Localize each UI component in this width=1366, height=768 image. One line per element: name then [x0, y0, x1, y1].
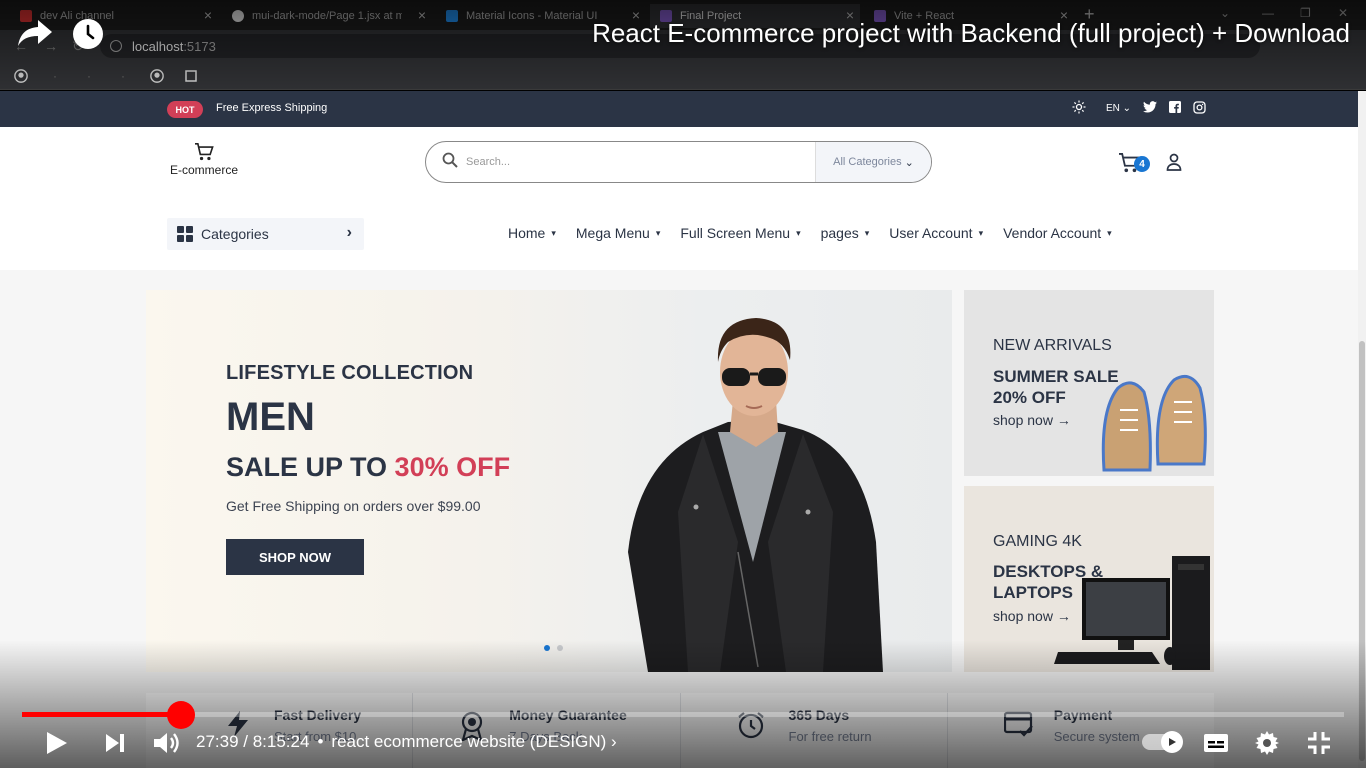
chevron-down-icon: ▾ — [796, 227, 801, 238]
exit-fullscreen-icon[interactable] — [1306, 728, 1332, 758]
main-nav: Home ▾ Mega Menu ▾ Full Screen Menu ▾ pages… — [508, 225, 1112, 241]
close-tab-icon[interactable]: × — [418, 7, 426, 23]
nav-item-home[interactable]: Home ▾ — [508, 225, 556, 241]
next-video-icon[interactable] — [104, 728, 126, 758]
chapter-title[interactable]: react ecommerce website (DESIGN) — [331, 732, 606, 751]
slider-dot[interactable] — [557, 645, 563, 651]
banner-eyebrow: GAMING 4K — [993, 533, 1082, 550]
bookmarks-bar: · · · — [0, 62, 1366, 90]
chevron-down-icon: ▾ — [864, 227, 870, 238]
nav-item-pages[interactable]: pages ▾ — [821, 225, 870, 241]
current-time: 27:39 — [196, 732, 239, 751]
video-duration: 8:15:24 — [252, 732, 310, 751]
slider-dot-active[interactable] — [544, 645, 550, 651]
hero-slider: LIFESTYLE COLLECTION MEN SALE UP TO 30% … — [146, 290, 952, 672]
categories-label: Categories — [201, 226, 269, 242]
progress-fill — [22, 712, 181, 717]
theme-toggle-icon[interactable] — [1072, 100, 1086, 117]
chevron-down-icon: ▾ — [1107, 227, 1112, 238]
bookmark-icon[interactable]: · — [116, 69, 130, 83]
slider-dots — [544, 645, 563, 651]
model-man-image — [628, 318, 883, 672]
facebook-icon[interactable] — [1169, 101, 1182, 116]
url-text: localhost:5173 — [132, 38, 216, 54]
autoplay-toggle[interactable] — [1142, 731, 1183, 753]
chevron-down-icon: ▾ — [655, 227, 661, 238]
close-tab-icon[interactable]: × — [204, 7, 212, 23]
feature-subtitle: For free return — [788, 729, 872, 744]
site-logo[interactable]: E-commerce — [166, 143, 242, 177]
grid-icon — [177, 226, 193, 242]
hot-badge: HOT — [167, 101, 203, 118]
search-input[interactable]: Search... — [466, 156, 815, 168]
site-header: E-commerce Search... All Categories ⌄ 4 C… — [0, 127, 1358, 270]
page-scrollbar[interactable] — [1358, 91, 1366, 768]
nav-item-mega-menu[interactable]: Mega Menu ▾ — [576, 225, 660, 241]
search-icon — [442, 152, 458, 173]
github-favicon-icon — [232, 10, 244, 22]
nav-item-user-account[interactable]: User Account ▾ — [889, 225, 983, 241]
video-title[interactable]: React E-commerce project with Backend (f… — [592, 18, 1350, 49]
categories-button[interactable]: Categories › — [167, 218, 364, 250]
promo-banner-summer[interactable]: NEW ARRIVALS SUMMER SALE 20% OFF shop no… — [964, 290, 1214, 476]
video-progress-bar[interactable] — [22, 701, 1344, 729]
autoplay-play-icon — [1161, 731, 1183, 753]
site-info-icon[interactable] — [110, 40, 122, 52]
watch-later-icon[interactable] — [72, 18, 104, 55]
language-select[interactable]: EN ⌄ — [1106, 103, 1131, 114]
github-bookmark-icon[interactable] — [150, 68, 164, 83]
chevron-right-icon: › — [346, 224, 352, 241]
promo-top-bar: HOT Free Express Shipping EN ⌄ — [0, 91, 1358, 127]
cart-count-badge: 4 — [1134, 156, 1150, 172]
hero-headline: MEN — [226, 395, 315, 439]
twitter-icon[interactable] — [1143, 101, 1158, 116]
webpage-viewport: HOT Free Express Shipping EN ⌄ E-commerc… — [0, 91, 1358, 768]
banner-eyebrow: NEW ARRIVALS — [993, 337, 1112, 354]
square-bookmark-icon[interactable] — [184, 69, 198, 83]
settings-gear-icon[interactable] — [1253, 728, 1281, 758]
mui-favicon-icon — [446, 10, 458, 22]
hero-sale-text: SALE UP TO 30% OFF — [226, 452, 511, 482]
scrollbar-thumb[interactable] — [1359, 341, 1365, 761]
chevron-down-icon: ▾ — [978, 227, 984, 238]
tab-title: mui-dark-mode/Page 1.jsx at ma — [252, 10, 402, 22]
chevron-down-icon: ▾ — [551, 227, 556, 238]
video-timecode: 27:39 / 8:15:24 • react ecommerce website … — [196, 732, 617, 751]
play-icon[interactable] — [44, 728, 70, 758]
tab-title: dev Ali channel — [40, 10, 114, 22]
hero-subtext: Get Free Shipping on orders over $99.00 — [226, 498, 481, 514]
nav-item-full-screen-menu[interactable]: Full Screen Menu ▾ — [680, 225, 800, 241]
features-strip: Fast Delivery Start from $10 Money Guara… — [146, 693, 1214, 768]
github-bookmark-icon[interactable] — [14, 68, 28, 83]
subtitles-icon[interactable] — [1202, 728, 1230, 758]
shop-now-link[interactable]: shop now → — [993, 412, 1071, 428]
shop-now-button[interactable]: SHOP NOW — [226, 539, 364, 575]
promo-banner-gaming[interactable]: GAMING 4K DESKTOPS & LAPTOPS shop now → — [964, 486, 1214, 672]
instagram-icon[interactable] — [1193, 100, 1206, 117]
bookmark-icon[interactable]: · — [82, 69, 96, 83]
shipping-notice: Free Express Shipping — [216, 102, 328, 114]
feature-365-days: 365 Days For free return — [681, 693, 948, 768]
hero-kicker: LIFESTYLE COLLECTION — [226, 362, 474, 384]
category-select[interactable]: All Categories ⌄ — [815, 142, 931, 182]
feature-money-guarantee: Money Guarantee 7 Days Back — [413, 693, 681, 768]
cart-logo-icon — [195, 143, 214, 161]
desktop-computer-image — [1054, 556, 1210, 670]
browser-tab[interactable]: mui-dark-mode/Page 1.jsx at ma × — [222, 4, 432, 28]
user-account-icon[interactable] — [1166, 153, 1182, 176]
search-bar[interactable]: Search... All Categories ⌄ — [425, 141, 932, 183]
bookmark-icon[interactable]: · — [48, 69, 62, 83]
share-icon[interactable] — [18, 20, 52, 51]
nav-item-vendor-account[interactable]: Vendor Account ▾ — [1003, 225, 1112, 241]
volume-icon[interactable] — [152, 728, 180, 758]
sneakers-image — [1101, 374, 1207, 472]
feature-subtitle: Secure system — [1053, 729, 1140, 744]
progress-scrubber[interactable] — [167, 701, 195, 729]
logo-text: E-commerce — [169, 163, 238, 177]
